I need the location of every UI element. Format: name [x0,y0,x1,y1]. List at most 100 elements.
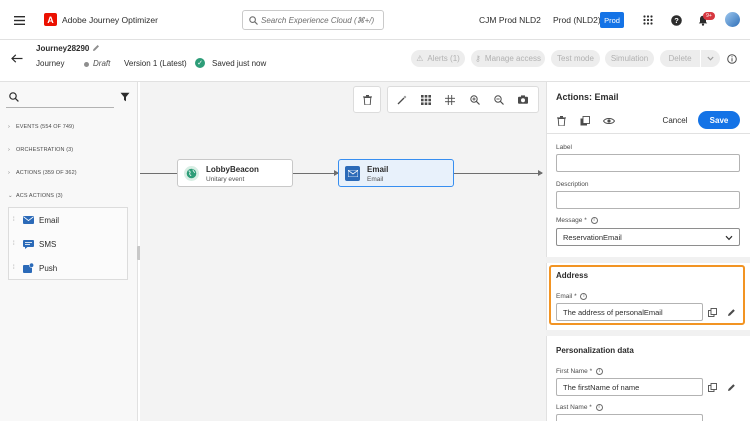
category-acs-actions[interactable]: ⌄ ACS ACTIONS (3) [8,193,63,199]
grid-lines-icon[interactable] [444,94,455,105]
email-icon [23,216,34,225]
app-grid-icon[interactable] [642,14,654,26]
warning-icon: ⚠ [416,54,424,63]
drag-handle-icon[interactable]: ⁞ [9,217,17,223]
journey-status: Draft [93,59,111,68]
list-item-push[interactable]: ⁞ Push [9,256,127,280]
description-input[interactable] [556,191,740,209]
delete-dropdown-button[interactable] [701,50,720,67]
user-avatar[interactable] [725,12,740,27]
notification-count-badge: 9+ [703,12,715,20]
search-input[interactable] [261,14,379,27]
description-field-label: Description [556,181,589,188]
back-arrow-icon[interactable] [10,52,24,64]
connector-line [293,173,338,174]
save-status: Saved just now [212,59,267,68]
palette-search-input[interactable] [6,107,114,108]
save-button[interactable]: Save [698,111,740,129]
label-field-label: Label [556,144,572,151]
camera-icon[interactable] [517,94,528,105]
journey-node-lobbybeacon[interactable]: LobbyBeacon Unitary event [177,159,293,187]
status-dot-icon [84,62,89,67]
push-icon [23,263,34,273]
category-actions[interactable]: › ACTIONS (359 OF 362) [8,170,77,176]
globe-icon [184,166,199,181]
simulation-button[interactable]: Simulation [605,50,654,67]
search-icon[interactable] [8,91,19,102]
help-icon[interactable]: ? [670,14,682,26]
panel-title: Actions: Email [556,92,619,102]
svg-text:?: ? [674,16,679,25]
edit-pencil-icon[interactable] [91,43,101,53]
personalization-section-title: Personalization data [556,346,634,355]
node-subtitle: Unitary event [206,176,245,183]
chevron-right-icon: › [8,124,10,130]
connector-arrow-icon [538,170,543,176]
node-title: Email [367,165,389,174]
chevron-right-icon: › [8,170,10,176]
checkmark-circle-icon: ✓ [195,58,205,68]
connector-line [140,173,177,174]
list-item-sms[interactable]: ⁞ SMS [9,232,127,256]
first-name-input[interactable]: The firstName of name [556,378,703,396]
connector-line [454,173,542,174]
chevron-right-icon: › [8,147,10,153]
journey-name: Journey28290 [36,44,90,53]
info-icon[interactable]: i [595,368,603,375]
delete-button[interactable]: Delete [660,50,700,67]
filter-icon[interactable] [119,91,131,102]
edit-pencil-icon[interactable] [726,382,736,392]
info-icon[interactable] [726,53,737,64]
org-name[interactable]: CJM Prod NLD2 [479,15,541,25]
email-icon [345,166,360,181]
hamburger-menu-icon[interactable] [12,13,26,27]
info-icon[interactable]: i [590,217,598,224]
copy-icon[interactable] [707,382,717,392]
canvas-delete-toolbar [353,86,381,113]
experience-cloud-search[interactable] [242,10,384,30]
email-address-input[interactable]: The address of personalEmail [556,303,703,321]
eye-icon[interactable] [602,115,615,126]
email-field-label: Email * i [556,293,588,300]
edit-pencil-icon[interactable] [726,307,736,317]
alerts-button[interactable]: ⚠ Alerts (1) [411,50,465,67]
address-section-title: Address [556,271,589,280]
drag-handle-icon[interactable]: ⁞ [9,265,17,271]
zoom-in-icon[interactable] [469,94,480,105]
canvas-toolbar [387,86,539,113]
sandbox-name[interactable]: Prod (NLD2) [553,15,601,25]
divider [546,133,750,134]
test-mode-button[interactable]: Test mode [551,50,600,67]
trash-icon[interactable] [556,115,567,126]
label-input[interactable] [556,154,740,172]
duplicate-icon[interactable] [579,115,590,126]
magic-wand-icon[interactable] [396,94,407,105]
list-item-email[interactable]: ⁞ Email [9,208,127,232]
info-icon[interactable]: i [580,293,588,300]
sms-icon [23,239,34,249]
journey-version[interactable]: Version 1 (Latest) [124,59,187,68]
info-icon[interactable]: i [595,404,603,411]
trash-icon[interactable] [362,94,373,105]
node-title: LobbyBeacon [206,165,259,174]
sandbox-badge[interactable]: Prod [600,12,624,28]
zoom-out-icon[interactable] [493,94,504,105]
category-orchestration[interactable]: › ORCHESTRATION (3) [8,147,73,153]
search-icon [248,15,258,25]
copy-icon[interactable] [707,307,717,317]
journey-node-email[interactable]: Email Email [338,159,454,187]
section-separator [546,330,750,336]
journey-type: Journey [36,59,65,68]
cancel-button[interactable]: Cancel [657,112,693,128]
drag-handle-icon[interactable]: ⁞ [9,241,17,247]
key-icon: ⚷ [475,54,481,63]
category-events[interactable]: › EVENTS (554 OF 749) [8,124,74,130]
manage-access-button[interactable]: ⚷ Manage access [471,50,545,67]
last-name-input[interactable] [556,414,703,421]
section-separator [546,257,750,263]
journey-canvas[interactable] [140,82,546,421]
chevron-down-icon: ⌄ [8,193,13,199]
grid-icon[interactable] [420,94,431,105]
message-select[interactable]: ReservationEmail [556,228,740,246]
message-field-label: Message * i [556,217,598,224]
